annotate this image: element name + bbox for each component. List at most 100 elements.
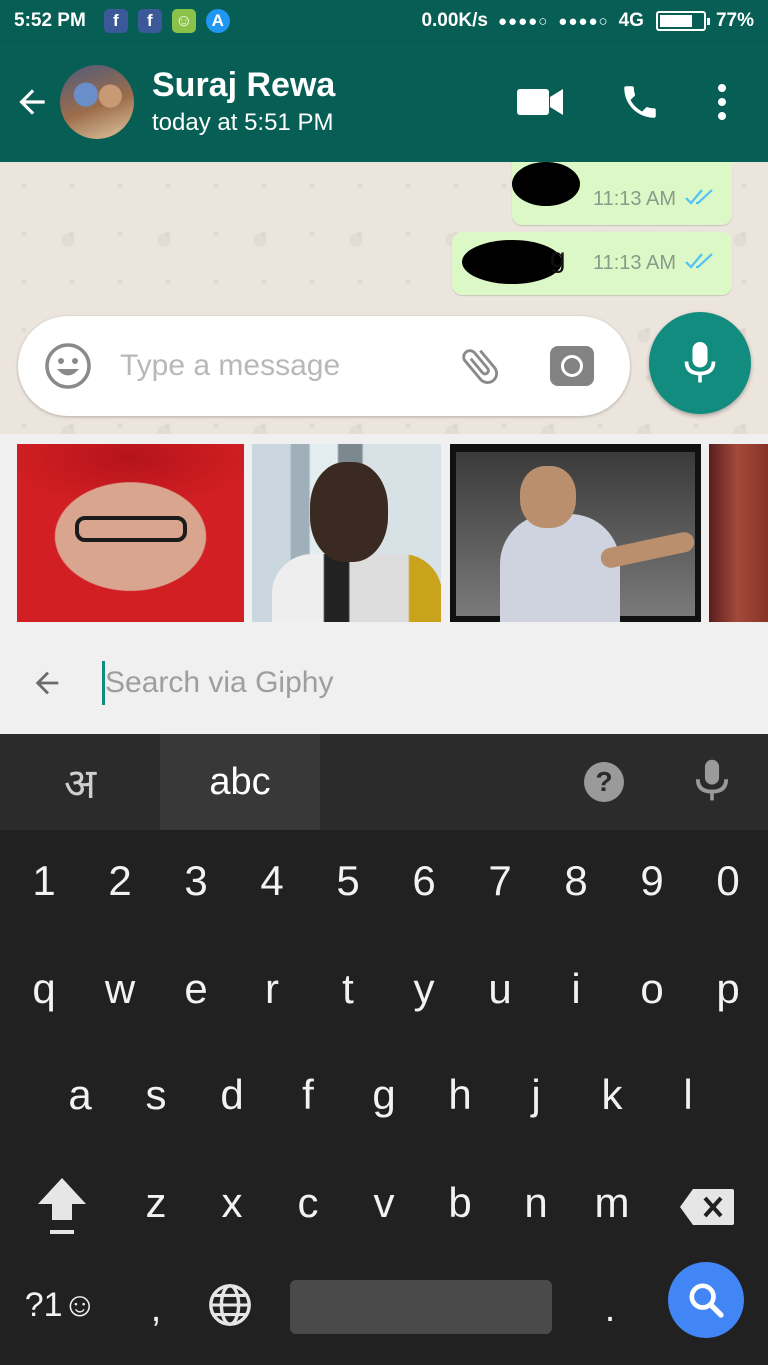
chat-area[interactable]: 11:13 AM g 11:13 AM Type a message <box>0 162 768 434</box>
message-bubble[interactable]: g 11:13 AM <box>452 232 732 295</box>
key-a[interactable]: a <box>42 1050 118 1140</box>
key-6[interactable]: 6 <box>386 836 462 926</box>
key-k[interactable]: k <box>574 1050 650 1140</box>
android-icon: ☺ <box>171 9 196 33</box>
camera-button[interactable] <box>550 346 594 386</box>
key-p[interactable]: p <box>690 944 766 1034</box>
key-x[interactable]: x <box>194 1158 270 1248</box>
language-key[interactable] <box>192 1260 268 1350</box>
key-o[interactable]: o <box>614 944 690 1034</box>
key-t[interactable]: t <box>310 944 386 1034</box>
key-9[interactable]: 9 <box>614 836 690 926</box>
video-call-button[interactable] <box>490 72 590 132</box>
help-icon[interactable]: ? <box>584 762 624 802</box>
key-5[interactable]: 5 <box>310 836 386 926</box>
message-text: g <box>550 242 566 273</box>
key-y[interactable]: y <box>386 944 462 1034</box>
key-v[interactable]: v <box>346 1158 422 1248</box>
shift-key[interactable] <box>22 1162 102 1252</box>
key-e[interactable]: e <box>158 944 234 1034</box>
key-b[interactable]: b <box>422 1158 498 1248</box>
hindi-keyboard-tab[interactable]: अ <box>0 734 160 830</box>
status-bar: 5:52 PM f f ☺ A 0.00K/s ●●●●○ ●●●●○ 4G 7… <box>0 0 768 42</box>
giphy-search-bar: Search via Giphy <box>0 634 768 732</box>
message-time: 11:13 AM <box>592 252 676 274</box>
giphy-search-input[interactable]: Search via Giphy <box>105 666 333 700</box>
space-key[interactable] <box>290 1280 552 1334</box>
redacted-text <box>462 240 562 284</box>
keyboard-voice-icon[interactable] <box>690 758 734 804</box>
shift-icon <box>38 1178 86 1234</box>
gif-picker: Search via Giphy <box>0 434 768 734</box>
key-d[interactable]: d <box>194 1050 270 1140</box>
contact-info[interactable]: Suraj Rewa today at 5:51 PM <box>152 65 335 139</box>
attach-button[interactable] <box>450 343 510 389</box>
key-z[interactable]: z <box>118 1158 194 1248</box>
battery-icon <box>655 11 710 31</box>
key-m[interactable]: m <box>574 1158 650 1248</box>
battery-percent: 77% <box>715 10 754 31</box>
abc-keyboard-tab[interactable]: abc <box>160 734 320 830</box>
gif-thumbnail[interactable] <box>252 444 441 622</box>
backspace-icon <box>680 1189 734 1225</box>
voice-message-button[interactable] <box>649 312 751 414</box>
more-vert-icon <box>718 84 726 120</box>
back-button[interactable] <box>2 83 62 121</box>
gif-thumbnail[interactable] <box>17 444 244 622</box>
status-time: 5:52 PM <box>14 10 86 31</box>
key-i[interactable]: i <box>538 944 614 1034</box>
key-f[interactable]: f <box>270 1050 346 1140</box>
key-l[interactable]: l <box>650 1050 726 1140</box>
keyboard: अ abc ? 1234567890 qwertyuiop asdfghjkl zxc… <box>0 734 768 1365</box>
last-seen: today at 5:51 PM <box>152 109 334 136</box>
redacted-text <box>512 162 580 206</box>
facebook-icon: f <box>137 9 162 33</box>
key-h[interactable]: h <box>422 1050 498 1140</box>
key-u[interactable]: u <box>462 944 538 1034</box>
camera-icon <box>561 355 583 377</box>
message-input[interactable]: Type a message <box>120 349 440 383</box>
signal-strength-icon: ●●●●○ <box>497 12 549 30</box>
key-8[interactable]: 8 <box>538 836 614 926</box>
arrow-back-icon <box>19 89 45 115</box>
backspace-key[interactable] <box>674 1162 740 1252</box>
phone-icon <box>624 86 656 118</box>
key-s[interactable]: s <box>118 1050 194 1140</box>
gif-thumbnail[interactable] <box>709 444 768 622</box>
keyboard-toolbar: अ abc ? <box>0 734 768 830</box>
gif-back-button[interactable] <box>30 666 90 700</box>
gif-thumbnail[interactable] <box>450 444 701 622</box>
message-bubble[interactable]: 11:13 AM <box>512 162 744 225</box>
message-time: 11:13 AM <box>592 188 676 210</box>
key-2[interactable]: 2 <box>82 836 158 926</box>
key-g[interactable]: g <box>346 1050 422 1140</box>
key-w[interactable]: w <box>82 944 158 1034</box>
key-0[interactable]: 0 <box>690 836 766 926</box>
message-composer[interactable]: Type a message <box>18 316 630 416</box>
key-4[interactable]: 4 <box>234 836 310 926</box>
microphone-icon <box>684 342 716 383</box>
key-j[interactable]: j <box>498 1050 574 1140</box>
double-tick-icon <box>684 251 718 277</box>
avatar[interactable] <box>60 65 134 139</box>
key-q[interactable]: q <box>6 944 82 1034</box>
app-store-icon: A <box>205 9 230 33</box>
voice-call-button[interactable] <box>590 72 690 132</box>
globe-icon <box>209 1284 251 1326</box>
symbols-key[interactable]: ?1☺ <box>18 1260 104 1350</box>
key-r[interactable]: r <box>234 944 310 1034</box>
key-1[interactable]: 1 <box>6 836 82 926</box>
double-tick-icon <box>684 187 718 213</box>
network-type: 4G <box>618 10 644 31</box>
arrow-back-icon <box>35 671 59 695</box>
paperclip-icon <box>462 349 498 384</box>
emoji-icon[interactable] <box>44 342 92 390</box>
key-3[interactable]: 3 <box>158 836 234 926</box>
more-options-button[interactable] <box>690 72 754 132</box>
key-7[interactable]: 7 <box>462 836 538 926</box>
key-n[interactable]: n <box>498 1158 574 1248</box>
comma-key[interactable]: , <box>118 1264 194 1354</box>
search-key[interactable] <box>668 1262 744 1338</box>
period-key[interactable]: . <box>572 1264 648 1354</box>
key-c[interactable]: c <box>270 1158 346 1248</box>
